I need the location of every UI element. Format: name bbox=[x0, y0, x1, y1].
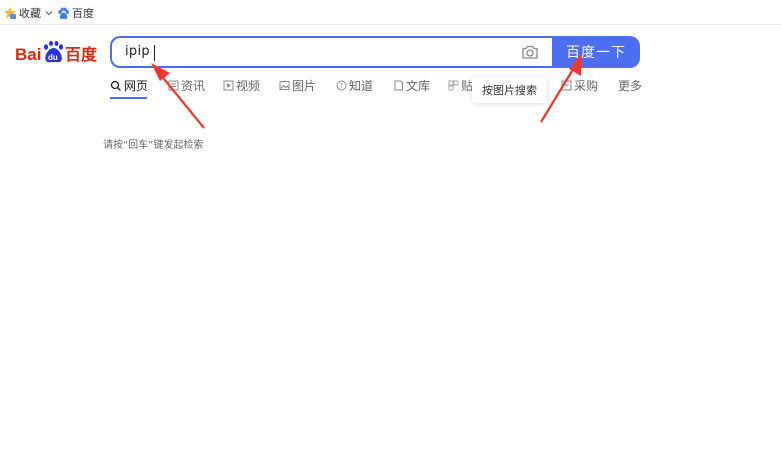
tab-label: 资讯 bbox=[181, 79, 206, 93]
bookmark-favorites-label: 收藏 bbox=[19, 7, 41, 20]
camera-icon[interactable] bbox=[521, 44, 539, 60]
tab-purchase[interactable]: 采购 bbox=[561, 77, 598, 94]
tab-label: 更多 bbox=[618, 79, 643, 93]
baidu-paw-icon bbox=[58, 7, 69, 19]
annotation-arrows bbox=[151, 54, 581, 129]
active-tab-indicator bbox=[110, 97, 147, 99]
search-box[interactable]: ipip bbox=[110, 36, 553, 68]
image-icon bbox=[279, 81, 290, 90]
tab-label: 采购 bbox=[574, 79, 599, 93]
star-folder-icon bbox=[4, 7, 16, 19]
video-icon bbox=[223, 80, 234, 91]
search-input[interactable]: ipip bbox=[125, 44, 150, 59]
bookmarks-bar: 收藏 百度 bbox=[0, 0, 781, 25]
doc-icon bbox=[394, 80, 403, 91]
arrow-to-input bbox=[151, 63, 205, 129]
chevron-down-icon bbox=[45, 11, 53, 16]
logo-text-cn: 百度 bbox=[65, 45, 98, 64]
bookmark-baidu[interactable]: 百度 bbox=[57, 3, 94, 23]
tab-label: 网页 bbox=[124, 79, 149, 93]
svg-text:?: ? bbox=[340, 82, 344, 90]
tab-label: 视频 bbox=[236, 79, 261, 93]
tab-tieba[interactable]: 贴 bbox=[448, 77, 473, 94]
tab-label: 知道 bbox=[349, 79, 374, 93]
tab-video[interactable]: 视频 bbox=[223, 77, 260, 94]
shop-icon bbox=[561, 80, 572, 91]
bookmark-favorites[interactable]: 收藏 bbox=[3, 3, 53, 23]
baidu-logo[interactable]: Bai du 百度 bbox=[15, 38, 99, 66]
enter-hint: 请按“回车”键发起检索 bbox=[103, 140, 204, 151]
logo-paw-icon: du bbox=[43, 41, 64, 63]
tieba-icon bbox=[448, 80, 459, 91]
tab-news[interactable]: 资讯 bbox=[168, 77, 205, 94]
tab-images[interactable]: 图片 bbox=[279, 77, 316, 94]
tab-webpage[interactable]: 网页 bbox=[110, 77, 148, 94]
tab-zhidao[interactable]: ? 知道 bbox=[336, 77, 373, 94]
tab-more[interactable]: 更多 bbox=[618, 77, 642, 94]
text-caret bbox=[154, 45, 155, 61]
image-search-tooltip: 按图片搜索 bbox=[472, 77, 547, 103]
tab-label: 文库 bbox=[406, 79, 431, 93]
question-icon: ? bbox=[336, 80, 347, 91]
logo-text-du: du bbox=[48, 53, 58, 62]
tab-label: 图片 bbox=[292, 79, 317, 93]
tab-wenku[interactable]: 文库 bbox=[393, 77, 430, 94]
search-icon bbox=[110, 80, 121, 91]
logo-text-bai: Bai bbox=[15, 45, 41, 64]
bookmark-baidu-label: 百度 bbox=[72, 7, 94, 20]
news-icon bbox=[168, 80, 179, 91]
search-button[interactable]: 百度一下 bbox=[552, 36, 640, 68]
